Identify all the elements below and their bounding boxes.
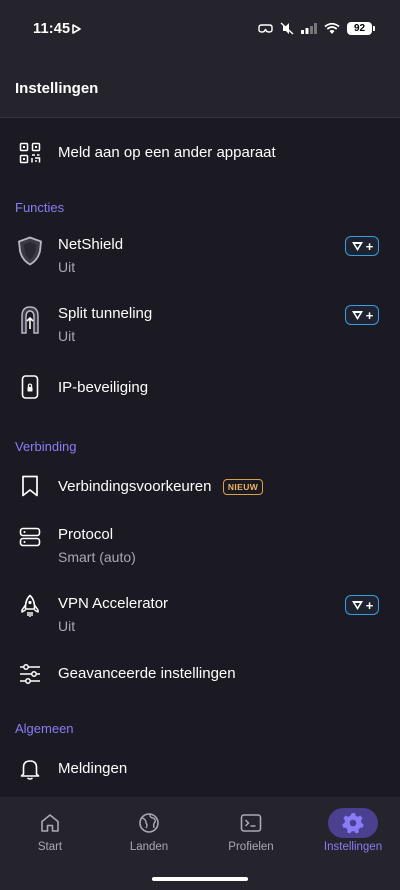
- tab-start-label: Start: [37, 841, 63, 853]
- section-functies: Functies: [15, 200, 65, 215]
- split-tunneling-label: Split tunneling: [58, 305, 153, 322]
- protocol-value: Smart (auto): [58, 549, 136, 565]
- home-indicator: [152, 877, 248, 881]
- advanced-settings-item[interactable]: Geavanceerde instellingen: [0, 656, 400, 692]
- rocket-icon: [17, 593, 43, 619]
- netshield-label: NetShield: [58, 236, 124, 253]
- wifi-icon: [324, 22, 340, 34]
- tab-landen-label: Landen: [129, 841, 169, 853]
- battery-indicator: 92: [347, 22, 375, 35]
- home-icon: [25, 808, 75, 838]
- connection-preferences-item[interactable]: Verbindingsvoorkeuren NIEUW: [0, 469, 400, 505]
- sign-in-other-device-item[interactable]: Meld aan op een ander apparaat: [0, 130, 400, 176]
- plus-badge-text: +: [365, 307, 374, 323]
- tab-instellingen[interactable]: Instellingen: [303, 797, 400, 867]
- tab-profielen[interactable]: Profielen: [201, 797, 301, 867]
- phone-lock-icon: [17, 374, 43, 400]
- tab-profielen-label: Profielen: [228, 841, 274, 853]
- new-badge: NIEUW: [223, 479, 263, 495]
- status-icons: 92: [258, 22, 375, 35]
- split-tunneling-item[interactable]: Split tunneling Uit +: [0, 297, 400, 347]
- tab-landen[interactable]: Landen: [99, 797, 199, 867]
- tab-start[interactable]: Start: [0, 797, 100, 867]
- split-tunneling-value: Uit: [58, 328, 76, 344]
- play-icon: [72, 24, 81, 34]
- protocol-item[interactable]: Protocol Smart (auto): [0, 518, 400, 568]
- notifications-item[interactable]: Meldingen: [0, 751, 400, 787]
- section-verbinding: Verbinding: [15, 439, 77, 454]
- vpn-key-icon: [258, 23, 273, 33]
- signal-icon: [301, 23, 317, 34]
- tab-instellingen-label: Instellingen: [323, 841, 383, 853]
- mute-icon: [280, 22, 294, 35]
- plus-badge-text: +: [365, 597, 374, 613]
- status-bar: 11:45 92: [0, 0, 400, 62]
- ip-protection-item[interactable]: IP-beveiliging: [0, 370, 400, 406]
- status-time: 11:45: [33, 21, 71, 37]
- globe-icon: [124, 808, 174, 838]
- plus-upgrade-badge[interactable]: +: [345, 236, 379, 256]
- bookmark-icon: [17, 473, 43, 499]
- terminal-icon: [226, 808, 276, 838]
- advanced-settings-label: Geavanceerde instellingen: [58, 665, 236, 682]
- netshield-item[interactable]: NetShield Uit +: [0, 228, 400, 278]
- ip-protection-label: IP-beveiliging: [58, 379, 149, 396]
- sign-in-other-device-label: Meld aan op een ander apparaat: [58, 144, 276, 161]
- plus-upgrade-badge[interactable]: +: [345, 595, 379, 615]
- split-tunnel-icon: [17, 305, 43, 335]
- connection-preferences-label: Verbindingsvoorkeuren: [58, 478, 212, 495]
- qr-code-icon: [17, 140, 43, 166]
- server-icon: [17, 524, 43, 550]
- netshield-value: Uit: [58, 259, 76, 275]
- header-divider: [0, 117, 400, 118]
- vpn-accelerator-item[interactable]: VPN Accelerator Uit +: [0, 587, 400, 637]
- proton-vpn-logo-icon: [351, 241, 363, 251]
- page-header: Instellingen: [0, 62, 400, 118]
- protocol-label: Protocol: [58, 526, 114, 543]
- shield-icon: [17, 236, 43, 266]
- plus-badge-text: +: [365, 238, 374, 254]
- page-title: Instellingen: [15, 80, 99, 97]
- vpn-accelerator-label: VPN Accelerator: [58, 595, 169, 612]
- notifications-label: Meldingen: [58, 760, 128, 777]
- plus-upgrade-badge[interactable]: +: [345, 305, 379, 325]
- gear-icon: [328, 808, 378, 838]
- sliders-icon: [17, 661, 43, 687]
- proton-vpn-logo-icon: [351, 600, 363, 610]
- proton-vpn-logo-icon: [351, 310, 363, 320]
- section-algemeen: Algemeen: [15, 721, 74, 736]
- vpn-accelerator-value: Uit: [58, 618, 76, 634]
- bell-icon: [17, 756, 43, 782]
